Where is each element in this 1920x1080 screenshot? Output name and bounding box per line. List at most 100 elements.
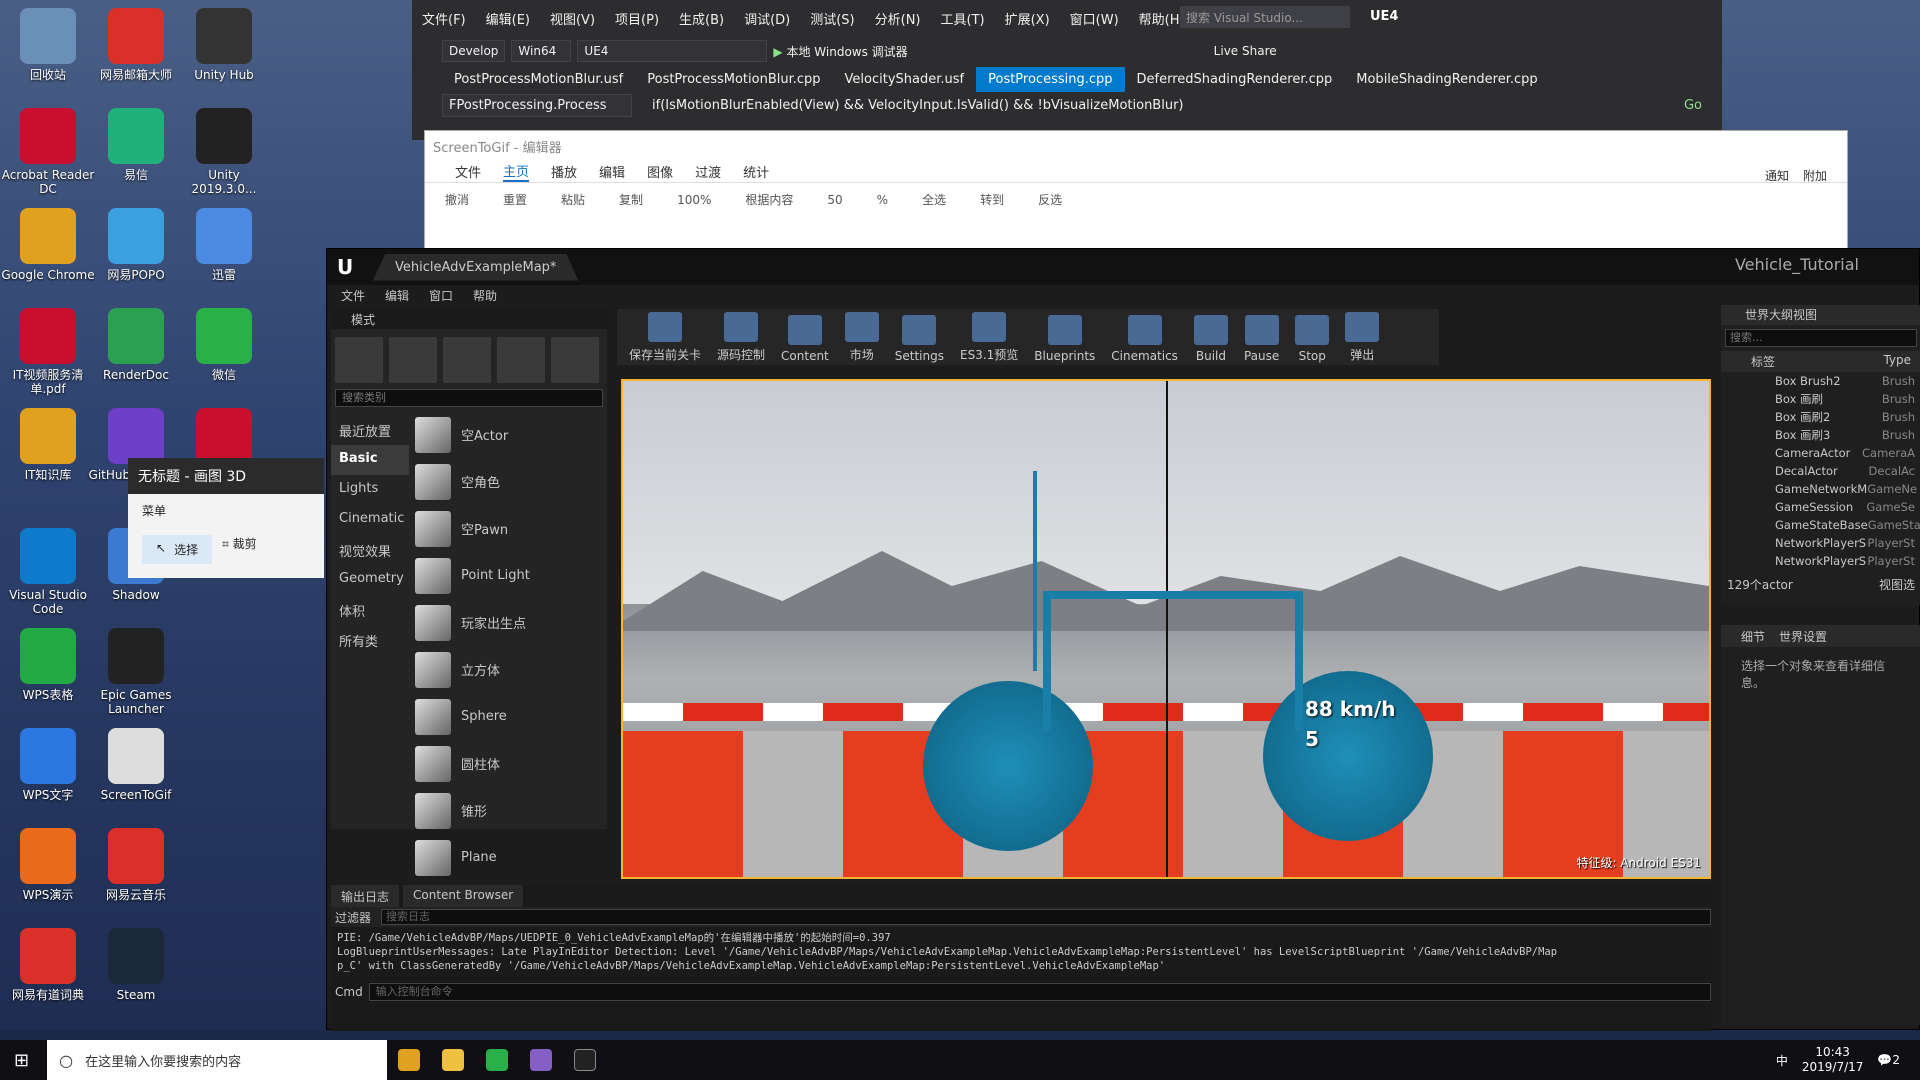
- paint-menu[interactable]: 菜单: [142, 502, 166, 519]
- desktop-icon[interactable]: 迅雷: [176, 208, 272, 282]
- place-item[interactable]: 玩家出生点: [415, 599, 595, 646]
- attach-toggle[interactable]: 附加: [1803, 167, 1827, 184]
- vs-menu-item[interactable]: 测试(S): [800, 9, 864, 28]
- outliner-row[interactable]: GameStateBase GameSta: [1721, 516, 1920, 534]
- stg-tool[interactable]: 全选: [922, 191, 946, 208]
- tab-world-settings[interactable]: 世界设置: [1779, 628, 1827, 645]
- vs-search-input[interactable]: 搜索 Visual Studio...: [1180, 6, 1350, 28]
- toolbar-button[interactable]: Stop: [1289, 311, 1335, 363]
- place-item[interactable]: 空Pawn: [415, 505, 595, 552]
- outliner-row[interactable]: NetworkPlayerS PlayerSt: [1721, 534, 1920, 552]
- place-item[interactable]: 锥形: [415, 787, 595, 834]
- col-type[interactable]: Type: [1883, 353, 1911, 370]
- place-item[interactable]: Plane: [415, 834, 595, 881]
- category-item[interactable]: Cinematic: [331, 505, 409, 535]
- place-item[interactable]: Point Light: [415, 552, 595, 599]
- toolbar-button[interactable]: Pause: [1238, 311, 1285, 363]
- toolbar-button[interactable]: 保存当前关卡: [623, 311, 707, 363]
- clock[interactable]: 10:43 2019/7/17: [1802, 1045, 1864, 1075]
- chrome-taskbar-icon[interactable]: [387, 1040, 431, 1080]
- outliner-row[interactable]: Box Brush2 Brush: [1721, 372, 1920, 390]
- ue-taskbar-icon[interactable]: [563, 1040, 607, 1080]
- stg-ribbon-tab[interactable]: 图像: [647, 162, 673, 181]
- category-item[interactable]: 所有类: [331, 625, 409, 655]
- desktop-icon[interactable]: 网易云音乐: [88, 828, 184, 902]
- filter-button[interactable]: 过滤器: [335, 909, 371, 926]
- toolbar-button[interactable]: Settings: [889, 311, 950, 363]
- toolbar-button[interactable]: Cinematics: [1105, 311, 1184, 363]
- notify-toggle[interactable]: 通知: [1765, 167, 1789, 184]
- landscape-mode-icon[interactable]: [443, 337, 491, 383]
- vs-file-tab[interactable]: DeferredShadingRenderer.cpp: [1125, 67, 1345, 92]
- notification-icon[interactable]: 💬2: [1877, 1053, 1900, 1067]
- tab-details[interactable]: 细节: [1741, 628, 1765, 645]
- vs-menu-item[interactable]: 编辑(E): [476, 9, 540, 28]
- desktop-icon[interactable]: Visual Studio Code: [0, 528, 96, 616]
- toolbar-button[interactable]: Blueprints: [1028, 311, 1101, 363]
- stg-tool[interactable]: 重置: [503, 191, 527, 208]
- outliner-row[interactable]: GameNetworkM GameNe: [1721, 480, 1920, 498]
- toolbar-button[interactable]: 弹出: [1339, 311, 1385, 363]
- scope-combo[interactable]: FPostProcessing.Process: [442, 93, 632, 117]
- stg-ribbon-tab[interactable]: 文件: [455, 162, 481, 181]
- windows-start-icon[interactable]: ⊞: [0, 1050, 29, 1071]
- debug-button[interactable]: ▶ 本地 Windows 调试器: [773, 43, 907, 60]
- stg-tool[interactable]: 复制: [619, 191, 643, 208]
- outliner-row[interactable]: NetworkPlayerS PlayerSt: [1721, 552, 1920, 570]
- stg-ribbon-tab[interactable]: 过渡: [695, 162, 721, 181]
- vs-menu-item[interactable]: 项目(P): [605, 9, 669, 28]
- desktop-icon[interactable]: RenderDoc: [88, 308, 184, 382]
- toolbar-button[interactable]: Content: [775, 311, 835, 363]
- desktop-icon[interactable]: IT知识库: [0, 408, 96, 482]
- paint-mode-icon[interactable]: [389, 337, 437, 383]
- stg-tool[interactable]: 根据内容: [745, 191, 793, 208]
- vs-menu-item[interactable]: 调试(D): [734, 9, 800, 28]
- category-item[interactable]: 体积: [331, 595, 409, 625]
- console-input[interactable]: 输入控制台命令: [368, 983, 1711, 1001]
- stg-tool[interactable]: 撤消: [445, 191, 469, 208]
- category-item[interactable]: Lights: [331, 475, 409, 505]
- stg-tool[interactable]: 100%: [677, 193, 711, 207]
- desktop-icon[interactable]: WPS演示: [0, 828, 96, 902]
- outliner-search-input[interactable]: 搜索...: [1725, 329, 1917, 347]
- level-viewport[interactable]: 88 km/h 5 特征级: Android ES31: [621, 379, 1711, 879]
- taskbar-search-input[interactable]: ○ 在这里输入你要搜索的内容: [47, 1040, 388, 1080]
- desktop-icon[interactable]: Steam: [88, 928, 184, 1002]
- explorer-taskbar-icon[interactable]: [431, 1040, 475, 1080]
- ue-menu-item[interactable]: 文件: [341, 287, 365, 304]
- toolbar-button[interactable]: Build: [1188, 311, 1234, 363]
- place-item[interactable]: Sphere: [415, 693, 595, 740]
- category-search-input[interactable]: 搜索类别: [335, 389, 603, 407]
- cmd-button[interactable]: Cmd: [335, 985, 363, 999]
- vs-file-tab[interactable]: PostProcessMotionBlur.usf: [442, 67, 635, 92]
- outliner-row[interactable]: Box 画刷2 Brush: [1721, 408, 1920, 426]
- outliner-row[interactable]: DecalActor DecalAc: [1721, 462, 1920, 480]
- category-item[interactable]: Geometry: [331, 565, 409, 595]
- desktop-icon[interactable]: WPS文字: [0, 728, 96, 802]
- place-item[interactable]: 空Actor: [415, 411, 595, 458]
- desktop-icon[interactable]: Epic Games Launcher: [88, 628, 184, 716]
- vs-file-tab[interactable]: VelocityShader.usf: [833, 67, 977, 92]
- stg-tool[interactable]: 粘贴: [561, 191, 585, 208]
- ue-menu-item[interactable]: 窗口: [429, 287, 453, 304]
- place-item[interactable]: 立方体: [415, 646, 595, 693]
- category-item[interactable]: 视觉效果: [331, 535, 409, 565]
- vs-taskbar-icon[interactable]: [519, 1040, 563, 1080]
- vs-file-tab[interactable]: PostProcessing.cpp: [976, 67, 1125, 92]
- config-combo[interactable]: Develop: [442, 40, 506, 62]
- vs-menu-item[interactable]: 窗口(W): [1060, 9, 1129, 28]
- outliner-row[interactable]: Box 画刷 Brush: [1721, 390, 1920, 408]
- place-item[interactable]: 空角色: [415, 458, 595, 505]
- desktop-icon[interactable]: 网易邮箱大师: [88, 8, 184, 82]
- stg-ribbon-tab[interactable]: 主页: [503, 161, 530, 182]
- view-options-button[interactable]: 视图选: [1879, 576, 1915, 593]
- desktop-icon[interactable]: 回收站: [0, 8, 96, 82]
- log-search-input[interactable]: 搜索日志: [381, 909, 1711, 925]
- vs-menu-item[interactable]: 工具(T): [931, 9, 995, 28]
- vs-menu-item[interactable]: 视图(V): [540, 9, 605, 28]
- platform-combo[interactable]: Win64: [511, 40, 572, 62]
- desktop-icon[interactable]: 网易POPO: [88, 208, 184, 282]
- toolbar-button[interactable]: 源码控制: [711, 311, 771, 363]
- stg-tool[interactable]: 反选: [1038, 191, 1062, 208]
- wechat-taskbar-icon[interactable]: [475, 1040, 519, 1080]
